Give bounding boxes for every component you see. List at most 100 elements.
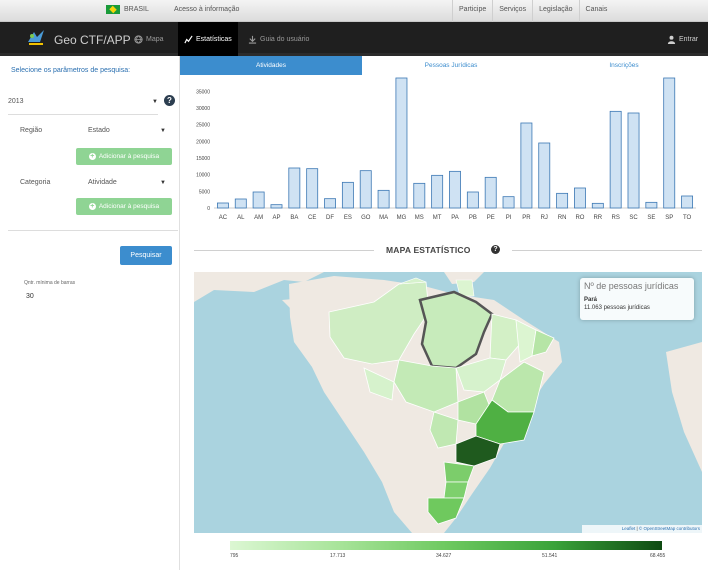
y-tick-label: 30000 (196, 106, 210, 112)
bar-rr[interactable] (591, 202, 604, 209)
bar-mg[interactable] (395, 77, 408, 209)
login-label: Entrar (679, 35, 699, 43)
app-brand[interactable]: Geo CTF/APP (54, 33, 131, 47)
y-tick-label: 35000 (196, 89, 210, 95)
bar-ce[interactable] (306, 168, 319, 209)
category-label: Categoria (20, 179, 51, 186)
x-tick-label: RJ (541, 215, 548, 221)
nav-guia-label: Guia do usuário (260, 35, 310, 43)
y-tick-label: 25000 (196, 123, 210, 129)
legend-tick: 34.627 (436, 553, 452, 559)
y-tick-label: 20000 (196, 139, 210, 145)
chevron-down-icon: ▼ (152, 98, 158, 105)
brazil-flag-icon (106, 5, 120, 14)
tab-atividades[interactable]: Atividades (180, 56, 362, 75)
category-select[interactable]: Categoria (20, 179, 70, 186)
bar-df[interactable] (324, 198, 336, 209)
bar-sp[interactable] (663, 77, 676, 209)
bar-ms[interactable] (413, 182, 426, 209)
plus-icon: + (88, 203, 96, 210)
state-select[interactable]: Estado ▼ (88, 127, 166, 134)
x-tick-label: AM (254, 215, 263, 221)
bar-rn[interactable] (556, 192, 569, 209)
bar-ro[interactable] (574, 187, 586, 209)
bar-pb[interactable] (466, 191, 479, 209)
x-tick-label: AP (272, 215, 280, 221)
x-tick-label: AC (219, 215, 228, 221)
nav-mapa-label: Mapa (146, 35, 164, 43)
bar-chart: 0 5000 10000 15000 20000 25000 30000 35000 AC AL A… (196, 77, 696, 221)
nav-mapa[interactable]: Mapa (128, 22, 170, 56)
bar-se[interactable] (645, 201, 658, 209)
bar-ma[interactable] (377, 189, 390, 209)
gov-link-legislacao[interactable]: Legislação (532, 0, 578, 22)
state-pr[interactable] (443, 461, 475, 483)
gov-link-participe[interactable]: Participe (452, 0, 492, 22)
bar-pi[interactable] (502, 196, 515, 209)
help-icon[interactable]: ? (164, 95, 175, 106)
x-tick-label: DF (326, 215, 334, 221)
add-activity-label: Adicionar à pesquisa (98, 203, 160, 210)
download-icon (248, 35, 257, 44)
chevron-down-icon: ▼ (160, 179, 166, 186)
x-tick-label: MA (379, 215, 388, 221)
search-button[interactable]: Pesquisar (120, 246, 172, 265)
x-tick-label: RO (575, 215, 584, 221)
legend-tick: 17.713 (330, 553, 346, 559)
y-tick-label: 5000 (199, 189, 210, 195)
leaflet-link[interactable]: Leaflet (622, 526, 636, 531)
add-state-button[interactable]: + Adicionar à pesquisa (76, 148, 172, 165)
x-tick-label: SE (647, 215, 655, 221)
info-icon[interactable]: ? (491, 245, 500, 254)
search-sidebar: Selecione os parâmetros de pesquisa: 201… (0, 56, 180, 570)
x-tick-label: PB (469, 215, 477, 221)
bar-ac[interactable] (216, 202, 229, 209)
nav-estatisticas[interactable]: Estatísticas (178, 22, 238, 56)
gov-link-servicos[interactable]: Serviços (492, 0, 532, 22)
nav-guia[interactable]: Guia do usuário (242, 22, 315, 56)
sidebar-title: Selecione os parâmetros de pesquisa: (11, 67, 131, 74)
region-select[interactable]: Região (20, 127, 70, 134)
region-label: Região (20, 127, 43, 134)
x-tick-label: ES (344, 215, 352, 221)
x-tick-label: RS (611, 215, 619, 221)
globe-icon (134, 34, 143, 44)
gov-link-canais[interactable]: Canais (578, 0, 614, 22)
bar-al[interactable] (234, 198, 247, 209)
tab-inscricoes[interactable]: Inscrições (540, 56, 708, 75)
bar-pe[interactable] (484, 176, 497, 209)
acesso-informacao-link[interactable]: Acesso à informação (174, 6, 239, 13)
min-bars-label: Qntr. mínima de barras (24, 280, 76, 286)
activity-select[interactable]: Atividade ▼ (88, 179, 166, 186)
bar-pa[interactable] (449, 170, 461, 209)
year-select[interactable]: 2013 ▼ (8, 98, 158, 105)
bar-ba[interactable] (288, 167, 301, 209)
state-sc[interactable] (443, 481, 469, 499)
bar-ap[interactable] (270, 204, 283, 209)
min-bars-input[interactable]: 30 (26, 293, 34, 300)
color-legend-bar (230, 541, 662, 550)
bar-mt[interactable] (431, 174, 444, 209)
add-activity-button[interactable]: + Adicionar à pesquisa (76, 198, 172, 215)
bar-pr[interactable] (520, 122, 533, 209)
bar-es[interactable] (341, 181, 354, 209)
bar-am[interactable] (252, 191, 265, 209)
tab-pessoas-juridicas[interactable]: Pessoas Jurídicas (362, 56, 540, 75)
gov-bar-links: Participe Serviços Legislação Canais (452, 0, 613, 22)
bar-go[interactable] (359, 170, 372, 209)
divider (8, 230, 178, 231)
y-tick-label: 15000 (196, 156, 210, 162)
divider (8, 114, 158, 115)
bar-to[interactable] (681, 195, 694, 209)
app-logo-icon[interactable] (26, 28, 46, 48)
x-tick-label: PR (522, 215, 531, 221)
section-divider (512, 250, 702, 251)
brasil-label: BRASIL (124, 6, 149, 13)
bar-rj[interactable] (538, 142, 551, 209)
legend-tick: 795 (230, 553, 239, 559)
bar-sc[interactable] (627, 112, 640, 209)
login-link[interactable]: Entrar (661, 22, 704, 56)
brasil-link[interactable]: BRASIL (106, 5, 149, 14)
osm-link[interactable]: © OpenStreetMap contributors (639, 526, 700, 531)
bar-rs[interactable] (609, 110, 622, 209)
